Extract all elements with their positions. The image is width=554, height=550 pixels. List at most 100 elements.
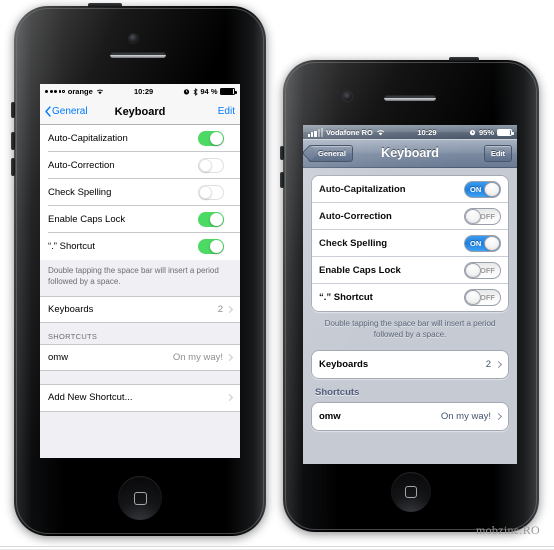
row-keyboards[interactable]: Keyboards 2	[312, 350, 508, 378]
switch-knob	[484, 181, 500, 197]
table-row[interactable]: Auto-Correction	[48, 152, 240, 179]
table-row[interactable]: Check Spelling ON	[312, 230, 508, 257]
switch-enable-caps-lock[interactable]: OFF	[464, 261, 501, 279]
switch-knob	[465, 290, 481, 305]
keyboards-count: 2	[217, 303, 223, 315]
power-button[interactable]	[449, 57, 479, 61]
screen-right: Vodafone RO 10:29 95% General Keyboard E…	[303, 125, 517, 464]
iphone-right-ios6: Vodafone RO 10:29 95% General Keyboard E…	[280, 57, 539, 532]
row-label: Auto-Correction	[48, 159, 115, 171]
row-shortcut-omw[interactable]: omw On my way!	[40, 343, 240, 371]
status-bar-right: Vodafone RO 10:29 95%	[303, 125, 517, 139]
table-row[interactable]: Enable Caps Lock	[48, 206, 240, 233]
chevron-right-icon	[225, 305, 234, 313]
shortcuts-group-right: omw On my way!	[311, 401, 509, 431]
table-row[interactable]: Enable Caps Lock OFF	[312, 257, 508, 284]
settings-body-right: Auto-Capitalization ON Auto-Correction O…	[303, 168, 517, 431]
home-button-left[interactable]	[118, 476, 162, 520]
battery-percent: 94 %	[200, 87, 218, 96]
watermark: mobzine.RO	[476, 523, 540, 537]
nav-bar-right: General Keyboard Edit	[303, 139, 517, 168]
table-row[interactable]: Auto-Correction OFF	[312, 203, 508, 230]
switch-check-spelling[interactable]: ON	[464, 234, 501, 252]
switch-auto-correction[interactable]	[198, 157, 224, 173]
battery-icon	[497, 128, 514, 136]
row-label: “.” Shortcut	[319, 292, 373, 303]
wifi-icon	[376, 129, 384, 135]
iphone-left-ios7: orange 10:29 94 % General Keyboard Edit …	[11, 3, 266, 536]
alarm-icon	[184, 89, 190, 95]
add-shortcut-group-left: Add New Shortcut...	[40, 383, 240, 412]
switch-auto-correction[interactable]: OFF	[464, 207, 501, 225]
section-gap	[40, 370, 240, 384]
mute-switch[interactable]	[11, 102, 15, 118]
row-label: omw	[319, 410, 341, 422]
switch-check-spelling[interactable]	[198, 184, 224, 200]
chevron-right-icon	[225, 353, 234, 361]
comparison-screenshot: orange 10:29 94 % General Keyboard Edit …	[0, 0, 554, 550]
screen-left: orange 10:29 94 % General Keyboard Edit …	[40, 84, 240, 458]
switch-knob	[465, 208, 481, 224]
toggle-group-right: Auto-Capitalization ON Auto-Correction O…	[311, 175, 509, 312]
section-footer-text: Double tapping the space bar will insert…	[40, 260, 240, 296]
ios6-settings-keyboard: Vodafone RO 10:29 95% General Keyboard E…	[303, 125, 517, 464]
signal-dots-icon	[45, 90, 65, 93]
status-time: 10:29	[134, 87, 154, 96]
switch-knob	[465, 262, 481, 278]
edit-button[interactable]: Edit	[483, 144, 512, 162]
switch-period-shortcut[interactable]: OFF	[464, 289, 501, 306]
signal-bars-icon	[308, 127, 323, 137]
switch-period-shortcut[interactable]	[198, 239, 224, 254]
battery-percent: 95%	[478, 127, 494, 137]
row-label: Auto-Capitalization	[48, 132, 128, 144]
home-square-icon	[405, 486, 417, 498]
wifi-icon	[96, 89, 103, 95]
table-row[interactable]: “.” Shortcut	[48, 233, 240, 260]
bluetooth-icon	[193, 87, 198, 96]
status-bar-left: orange 10:29 94 %	[40, 84, 240, 99]
section-footer-text: Double tapping the space bar will insert…	[324, 319, 496, 339]
row-value-group: On my way!	[441, 411, 503, 422]
back-button-general[interactable]: General	[308, 144, 353, 162]
volume-up-button[interactable]	[280, 172, 284, 188]
table-row[interactable]: Auto-Capitalization ON	[312, 176, 508, 203]
power-button[interactable]	[88, 3, 122, 7]
earpiece-speaker	[110, 52, 166, 58]
edit-button[interactable]: Edit	[218, 106, 235, 117]
row-label: Enable Caps Lock	[48, 213, 126, 225]
row-label: “.” Shortcut	[48, 241, 95, 252]
keyboards-group-right: Keyboards 2	[311, 349, 509, 379]
row-label: Enable Caps Lock	[319, 264, 401, 276]
volume-down-button[interactable]	[11, 158, 15, 176]
home-button-right[interactable]	[391, 472, 431, 512]
section-header-shortcuts: Shortcuts	[315, 386, 360, 398]
switch-enable-caps-lock[interactable]	[198, 211, 224, 227]
row-keyboards[interactable]: Keyboards 2	[40, 295, 240, 323]
status-carrier-group: orange	[45, 87, 104, 96]
toggle-list-left: Auto-Capitalization Auto-Correction Chec…	[40, 125, 240, 260]
carrier-name: orange	[67, 87, 93, 96]
battery-icon	[220, 88, 237, 95]
chevron-right-icon	[494, 412, 503, 420]
table-row[interactable]: Auto-Capitalization	[48, 125, 240, 152]
row-shortcut-omw[interactable]: omw On my way!	[312, 402, 508, 430]
volume-up-button[interactable]	[11, 132, 15, 150]
keyboards-group-left: Keyboards 2	[40, 295, 240, 323]
row-value-group: On my way!	[173, 352, 234, 363]
front-camera-icon	[129, 34, 138, 43]
switch-auto-capitalization[interactable]: ON	[464, 180, 501, 198]
table-row[interactable]: Check Spelling	[48, 179, 240, 206]
switch-auto-capitalization[interactable]	[198, 130, 224, 146]
row-label: Check Spelling	[319, 237, 388, 249]
nav-bar-left: General Keyboard Edit	[40, 99, 240, 125]
alarm-icon	[469, 129, 476, 135]
carrier-name: Vodafone RO	[325, 127, 373, 137]
mute-switch[interactable]	[280, 146, 284, 160]
status-time: 10:29	[417, 127, 437, 137]
page-title: Keyboard	[114, 105, 166, 118]
row-label: Check Spelling	[48, 186, 112, 198]
table-row[interactable]: “.” Shortcut OFF	[312, 284, 508, 311]
status-right-group: 94 %	[183, 87, 237, 96]
row-label: Auto-Capitalization	[319, 183, 406, 195]
row-add-new-shortcut[interactable]: Add New Shortcut...	[40, 383, 240, 412]
